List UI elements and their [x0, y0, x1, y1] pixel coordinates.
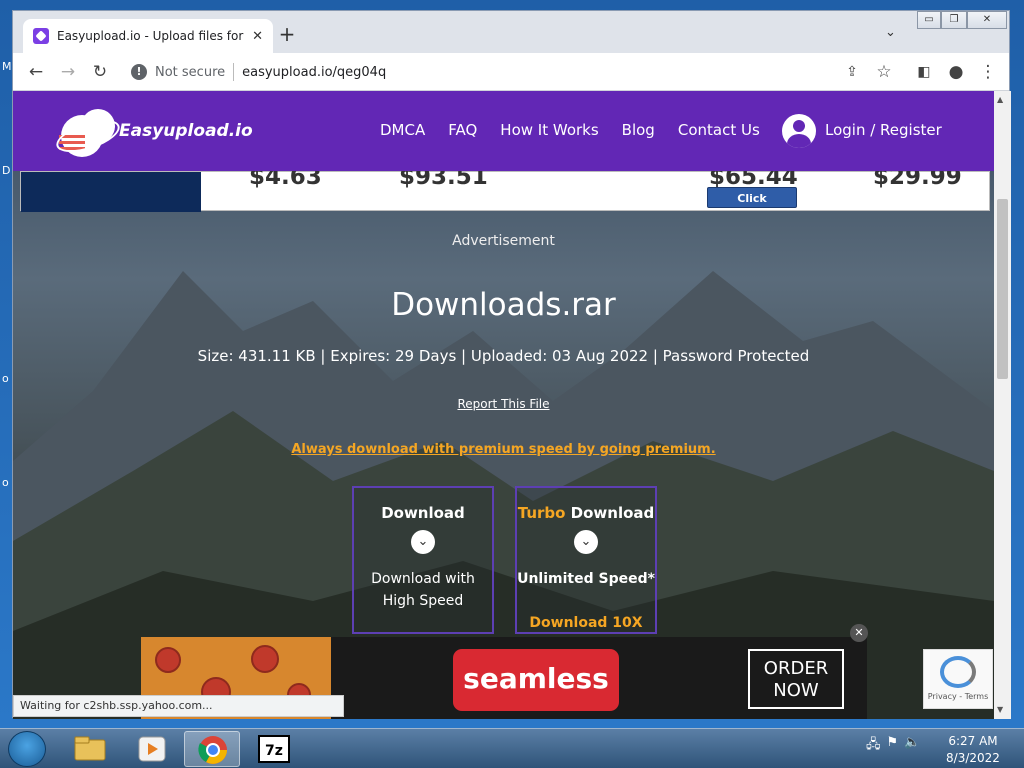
- share-icon[interactable]: ⇪: [841, 61, 863, 83]
- chevron-down-icon: ⌄: [574, 530, 598, 554]
- warning-icon[interactable]: !: [131, 64, 147, 80]
- login-register-link[interactable]: Login / Register: [825, 121, 942, 139]
- page-content: Easyupload.io DMCA FAQ How It Works Blog…: [13, 91, 994, 719]
- recaptcha-icon: [940, 656, 976, 688]
- menu-item-blog[interactable]: Blog: [622, 121, 655, 139]
- status-bubble: Waiting for c2shb.ssp.yahoo.com...: [13, 695, 344, 717]
- brand-name[interactable]: Easyupload.io: [119, 121, 253, 141]
- file-name-title: Downloads.rar: [391, 287, 616, 323]
- reload-icon[interactable]: ↻: [89, 61, 111, 83]
- download-title: Download: [381, 504, 465, 522]
- 7zip-icon[interactable]: 7z: [246, 731, 302, 767]
- turbo-download-button[interactable]: Turbo Download ⌄ Unlimited Speed*: [515, 486, 657, 634]
- url-text[interactable]: easyupload.io/qeg04q: [242, 65, 386, 80]
- easyupload-logo[interactable]: [52, 105, 125, 159]
- site-favicon-icon: [33, 28, 49, 44]
- turbo-download-subtitle: Unlimited Speed*: [517, 571, 655, 587]
- page-scrollbar[interactable]: ▲ ▼: [994, 91, 1011, 719]
- divider: [233, 63, 235, 81]
- desktop-icon-label[interactable]: M: [2, 60, 12, 73]
- download-button[interactable]: Download ⌄ Download with High Speed: [352, 486, 494, 634]
- chrome-icon[interactable]: [184, 731, 240, 767]
- network-icon[interactable]: 🖧: [866, 735, 881, 757]
- advertisement-label: Advertisement: [452, 233, 555, 249]
- side-panel-icon[interactable]: ◧: [913, 61, 935, 83]
- recaptcha-links[interactable]: Privacy - Terms: [924, 692, 992, 701]
- tab-close-icon[interactable]: ✕: [252, 29, 263, 44]
- desktop-icon-label[interactable]: D: [2, 164, 10, 177]
- site-header: Easyupload.io DMCA FAQ How It Works Blog…: [13, 91, 994, 171]
- clock-date: 8/3/2022: [946, 751, 1000, 765]
- recaptcha-badge[interactable]: Privacy - Terms: [923, 649, 993, 709]
- security-label[interactable]: Not secure: [155, 65, 225, 80]
- turbo-download-title: Turbo Download: [517, 504, 655, 522]
- user-avatar-icon[interactable]: [782, 114, 816, 148]
- seamless-logo[interactable]: seamless: [453, 649, 619, 711]
- tab-search-chevron-icon[interactable]: ⌄: [885, 25, 896, 40]
- start-button[interactable]: [8, 731, 46, 767]
- scroll-up-icon[interactable]: ▲: [997, 95, 1003, 104]
- minimize-button[interactable]: ▭: [917, 11, 941, 29]
- menu-kebab-icon[interactable]: ⋮: [977, 61, 999, 83]
- explorer-icon[interactable]: [62, 731, 118, 767]
- download-subtitle: Download with High Speed: [371, 571, 475, 609]
- menu-item-contact-us[interactable]: Contact Us: [678, 121, 760, 139]
- svg-text:7z: 7z: [265, 743, 283, 759]
- ad-close-icon[interactable]: ✕: [850, 624, 868, 642]
- back-icon[interactable]: ←: [25, 61, 47, 83]
- file-meta-info: Size: 431.11 KB | Expires: 29 Days | Upl…: [197, 347, 810, 365]
- scroll-down-icon[interactable]: ▼: [997, 705, 1003, 714]
- ad-click-button[interactable]: Click: [707, 187, 797, 208]
- system-clock[interactable]: 6:27 AM 8/3/2022: [932, 733, 1014, 767]
- top-advertisement[interactable]: $4.63 $93.51 $65.44 $29.99 Click: [20, 164, 990, 212]
- close-window-button[interactable]: ✕: [967, 11, 1007, 29]
- taskbar: 7z 🖧 ⚑ 🔈 6:27 AM 8/3/2022: [0, 728, 1024, 768]
- download-10x-label[interactable]: Download 10X: [515, 615, 657, 631]
- maximize-button[interactable]: ❐: [941, 11, 967, 29]
- menu-item-dmca[interactable]: DMCA: [380, 121, 425, 139]
- tab-title: Easyupload.io - Upload files for f: [57, 29, 247, 43]
- bookmark-star-icon[interactable]: ☆: [873, 61, 895, 83]
- premium-link[interactable]: Always download with premium speed by go…: [13, 442, 994, 457]
- new-tab-button[interactable]: +: [275, 23, 299, 47]
- browser-window: Easyupload.io - Upload files for f ✕ + ⌄…: [12, 10, 1011, 719]
- desktop-icon-label[interactable]: o: [2, 372, 9, 385]
- media-player-icon[interactable]: [124, 731, 180, 767]
- browser-tab[interactable]: Easyupload.io - Upload files for f ✕: [23, 19, 273, 53]
- browser-toolbar: ← → ↻ ! Not secure easyupload.io/qeg04q …: [13, 53, 1009, 91]
- clock-time: 6:27 AM: [948, 734, 998, 748]
- report-file-link[interactable]: Report This File: [13, 397, 994, 411]
- menu-item-faq[interactable]: FAQ: [448, 121, 477, 139]
- tab-strip: Easyupload.io - Upload files for f ✕ + ⌄…: [13, 11, 1009, 53]
- menu-item-how-it-works[interactable]: How It Works: [500, 121, 598, 139]
- forward-icon[interactable]: →: [57, 61, 79, 83]
- order-now-button[interactable]: ORDER NOW: [748, 649, 844, 709]
- chevron-down-icon: ⌄: [411, 530, 435, 554]
- system-tray: 🖧 ⚑ 🔈: [866, 735, 920, 757]
- ad-image: [21, 172, 201, 212]
- profile-icon[interactable]: ●: [945, 61, 967, 83]
- scrollbar-thumb[interactable]: [997, 199, 1008, 379]
- volume-icon[interactable]: 🔈: [904, 735, 920, 757]
- action-center-flag-icon[interactable]: ⚑: [887, 735, 899, 757]
- address-bar[interactable]: ! Not secure easyupload.io/qeg04q: [125, 58, 895, 86]
- desktop-icon-label[interactable]: o: [2, 476, 9, 489]
- main-menu: DMCA FAQ How It Works Blog Contact Us: [380, 121, 760, 139]
